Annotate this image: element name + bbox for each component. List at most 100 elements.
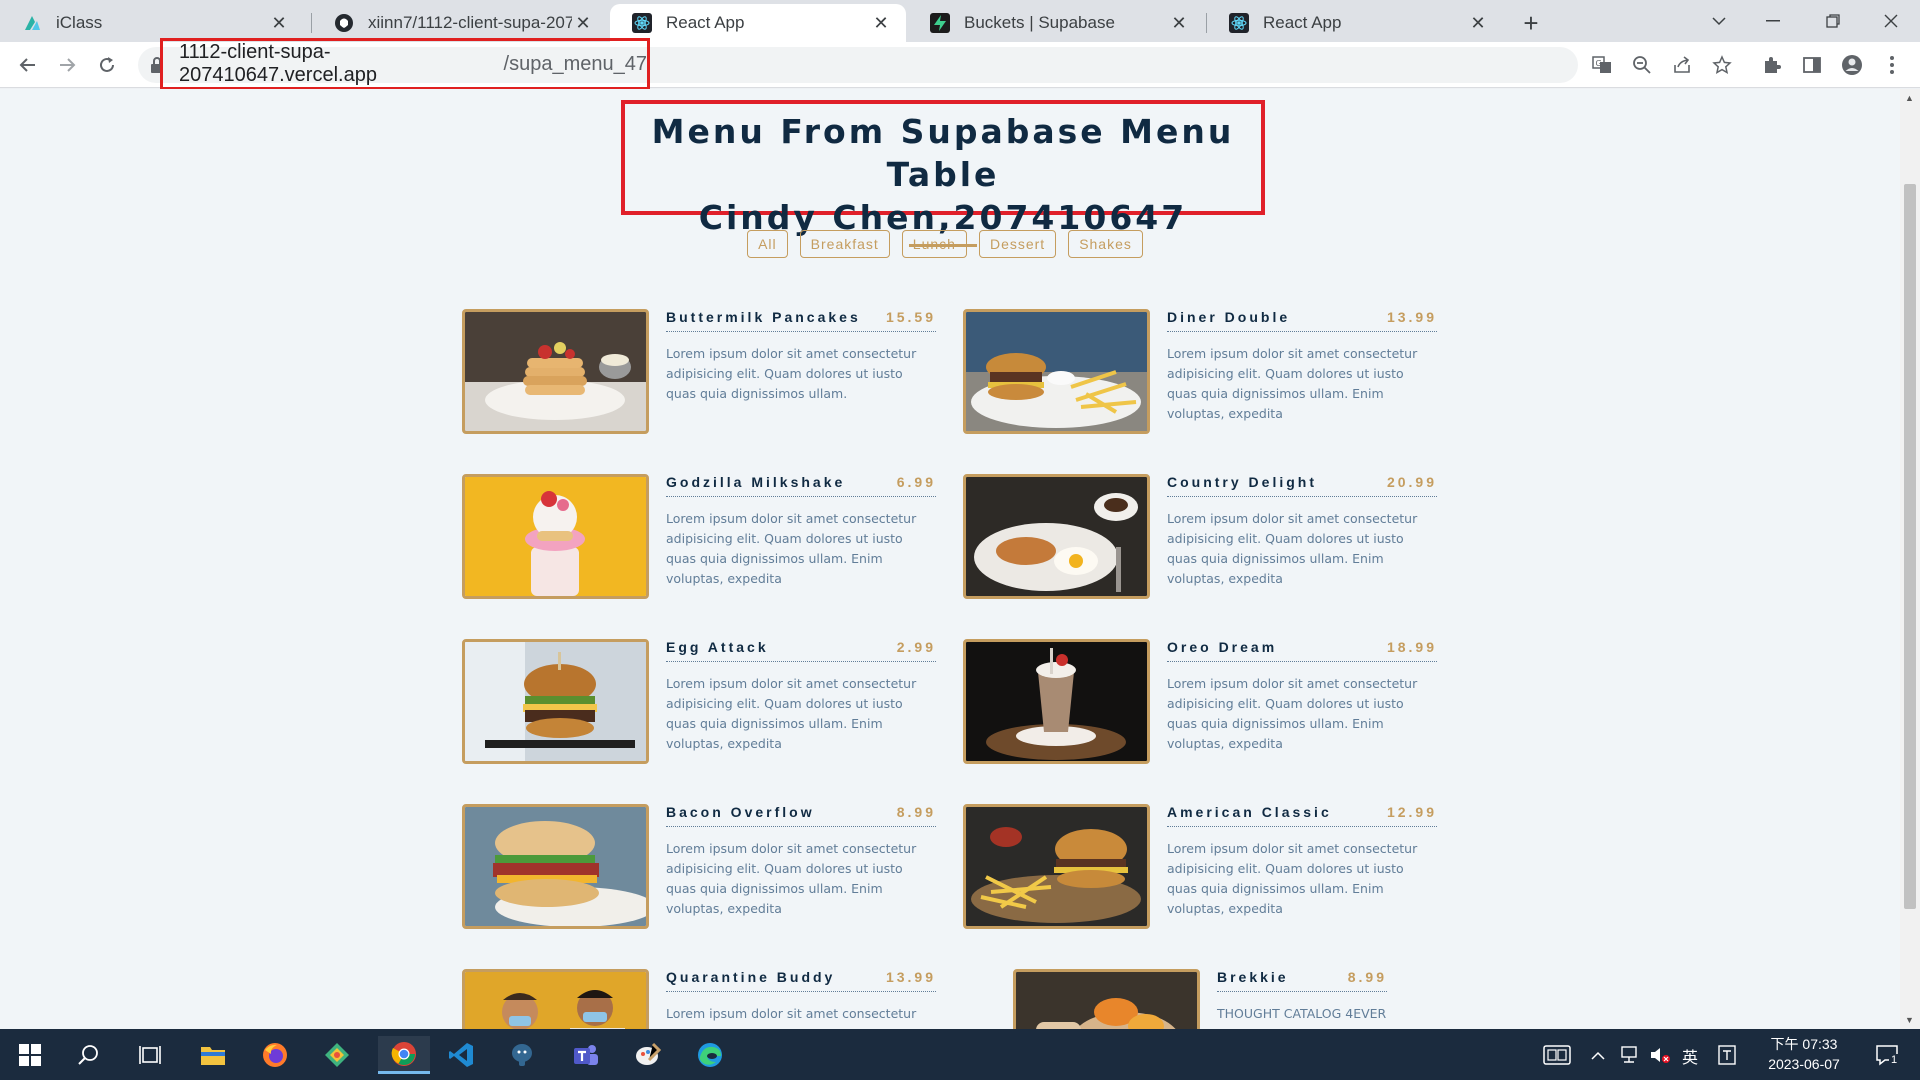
item-description: Lorem ipsum dolor sit amet consectetur a… <box>1167 511 1418 586</box>
url-domain: 1112-client-supa-207410647.vercel.app <box>179 41 377 86</box>
forward-arrow-icon[interactable] <box>51 49 83 81</box>
item-price: 2.99 <box>896 639 936 655</box>
volume-muted-icon[interactable] <box>1645 1036 1675 1074</box>
item-price: 6.99 <box>896 474 936 490</box>
postgresql-icon[interactable] <box>503 1036 541 1074</box>
item-price: 8.99 <box>896 804 936 820</box>
github-favicon-icon <box>334 13 354 33</box>
item-header: Quarantine Buddy 13.99 <box>666 969 936 992</box>
item-info: Bacon Overflow 8.99 Lorem ipsum dolor si… <box>666 804 936 919</box>
item-info: Egg Attack 2.99 Lorem ipsum dolor sit am… <box>666 639 936 754</box>
item-header: Bacon Overflow 8.99 <box>666 804 936 827</box>
filter-all-button[interactable]: All <box>747 230 788 258</box>
tab-iclass[interactable]: iClass ✕ <box>0 4 304 42</box>
scrollbar-thumb[interactable] <box>1904 184 1916 909</box>
windows-start-icon[interactable] <box>11 1036 49 1074</box>
ime-mode-icon[interactable] <box>1712 1036 1742 1074</box>
item-description: Lorem ipsum dolor sit amet consectetur a… <box>1167 841 1418 916</box>
category-filters: All Breakfast Lunch Dessert Shakes <box>0 230 1895 258</box>
item-header: Country Delight 20.99 <box>1167 474 1437 497</box>
filter-dessert-button[interactable]: Dessert <box>978 230 1057 258</box>
firefox-icon[interactable] <box>256 1036 294 1074</box>
tab-title: Buckets | Supabase <box>964 13 1115 32</box>
minimize-icon[interactable] <box>1753 6 1793 36</box>
tab-title: React App <box>1263 13 1342 32</box>
clock-date[interactable]: 2023-06-07 <box>1760 1056 1848 1072</box>
tab-title: iClass <box>56 13 103 32</box>
item-info: Oreo Dream 18.99 Lorem ipsum dolor sit a… <box>1167 639 1437 754</box>
more-menu-icon[interactable] <box>1876 49 1908 81</box>
item-name: Brekkie <box>1217 969 1289 985</box>
translate-icon[interactable]: G <box>1586 49 1618 81</box>
clock-time[interactable]: 下午 07:33 <box>1764 1034 1844 1054</box>
item-name: American Classic <box>1167 804 1332 820</box>
item-name: Godzilla Milkshake <box>666 474 846 490</box>
tab-react-app[interactable]: React App ✕ <box>1207 4 1503 42</box>
filter-breakfast-button[interactable]: Breakfast <box>799 230 890 258</box>
american-classic-photo <box>963 804 1150 929</box>
item-description: Lorem ipsum dolor sit amet consectetur a… <box>666 346 917 401</box>
item-header: Egg Attack 2.99 <box>666 639 936 662</box>
title-highlight-box: Menu From Supabase Menu Table Cindy Chen… <box>621 100 1265 247</box>
tab-title: xiinn7/1112-client-supa-20741 <box>368 13 572 32</box>
item-header: American Classic 12.99 <box>1167 804 1437 827</box>
tab-search-chevron-down-icon[interactable] <box>1699 6 1739 36</box>
tab-react-app-active[interactable]: React App ✕ <box>610 4 906 42</box>
side-panel-icon[interactable] <box>1796 49 1828 81</box>
item-header: Buttermilk Pancakes 15.59 <box>666 309 936 332</box>
filter-lunch-button[interactable]: Lunch <box>901 230 967 258</box>
tab-supabase-buckets[interactable]: Buckets | Supabase ✕ <box>908 4 1204 42</box>
notification-count-badge: 1 <box>1889 1054 1900 1066</box>
filter-shakes-button[interactable]: Shakes <box>1068 230 1143 258</box>
item-description: Lorem ipsum dolor sit amet consectetur a… <box>1167 676 1418 751</box>
edge-icon[interactable] <box>691 1036 729 1074</box>
pancakes-photo <box>462 309 649 434</box>
item-info: Brekkie 8.99 THOUGHT CATALOG 4EVER <box>1217 969 1387 1024</box>
vscode-icon[interactable] <box>442 1036 480 1074</box>
country-delight-photo <box>963 474 1150 599</box>
item-info: American Classic 12.99 Lorem ipsum dolor… <box>1167 804 1437 919</box>
network-icon[interactable] <box>1614 1036 1644 1074</box>
quarantine-buddy-photo <box>462 969 649 1029</box>
menu-item: American Classic 12.99 Lorem ipsum dolor… <box>963 804 1453 934</box>
extensions-puzzle-icon[interactable] <box>1756 49 1788 81</box>
restore-window-icon[interactable] <box>1813 6 1853 36</box>
scroll-down-arrow-icon[interactable]: ▼ <box>1905 1015 1914 1025</box>
item-header: Brekkie 8.99 <box>1217 969 1387 992</box>
item-header: Oreo Dream 18.99 <box>1167 639 1437 662</box>
brekkie-photo <box>1013 969 1200 1029</box>
close-icon[interactable]: ✕ <box>268 12 290 34</box>
zoom-out-icon[interactable] <box>1626 49 1658 81</box>
scroll-up-arrow-icon[interactable]: ▲ <box>1905 93 1914 103</box>
page-scrollbar[interactable]: ▲ ▼ <box>1900 89 1920 1029</box>
item-header: Diner Double 13.99 <box>1167 309 1437 332</box>
close-window-icon[interactable] <box>1871 6 1911 36</box>
chrome-icon[interactable] <box>378 1036 430 1074</box>
keyboard-layout-icon[interactable] <box>1538 1036 1576 1074</box>
close-icon[interactable]: ✕ <box>870 12 892 34</box>
task-view-icon[interactable] <box>131 1036 169 1074</box>
item-name: Oreo Dream <box>1167 639 1278 655</box>
close-icon[interactable]: ✕ <box>1168 12 1190 34</box>
teams-icon[interactable] <box>567 1036 605 1074</box>
search-icon[interactable] <box>70 1036 108 1074</box>
windows-taskbar: 英 下午 07:33 2023-06-07 1 <box>0 1029 1920 1080</box>
iclass-favicon-icon <box>22 13 42 33</box>
bacon-overflow-photo <box>462 804 649 929</box>
share-icon[interactable] <box>1666 49 1698 81</box>
profile-avatar-icon[interactable] <box>1836 49 1868 81</box>
reload-icon[interactable] <box>91 49 123 81</box>
gitkraken-icon[interactable] <box>318 1036 356 1074</box>
tray-chevron-up-icon[interactable] <box>1583 1036 1613 1074</box>
file-explorer-icon[interactable] <box>194 1036 232 1074</box>
ime-indicator[interactable]: 英 <box>1682 1044 1698 1068</box>
back-arrow-icon[interactable] <box>12 49 44 81</box>
close-icon[interactable]: ✕ <box>572 12 594 34</box>
paint-icon[interactable] <box>629 1036 667 1074</box>
notification-center-icon[interactable] <box>1868 1036 1906 1074</box>
close-icon[interactable]: ✕ <box>1467 12 1489 34</box>
url-highlight-box[interactable]: 1112-client-supa-207410647.vercel.app/su… <box>160 38 650 90</box>
new-tab-plus-icon[interactable]: + <box>1516 8 1546 38</box>
tab-github[interactable]: xiinn7/1112-client-supa-20741 ✕ <box>312 4 608 42</box>
bookmark-star-icon[interactable] <box>1706 49 1738 81</box>
